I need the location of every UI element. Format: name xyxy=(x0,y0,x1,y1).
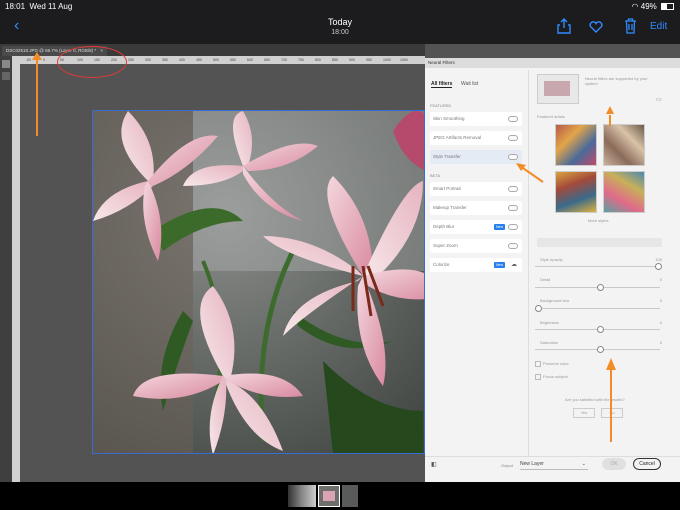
annotation-arrows-overlay xyxy=(516,106,616,442)
photo-thumbnail[interactable] xyxy=(342,485,358,507)
photo-thumbnail-strip xyxy=(0,482,680,510)
photo-thumbnail[interactable] xyxy=(288,485,316,507)
photo-thumbnail-selected[interactable] xyxy=(318,485,340,507)
